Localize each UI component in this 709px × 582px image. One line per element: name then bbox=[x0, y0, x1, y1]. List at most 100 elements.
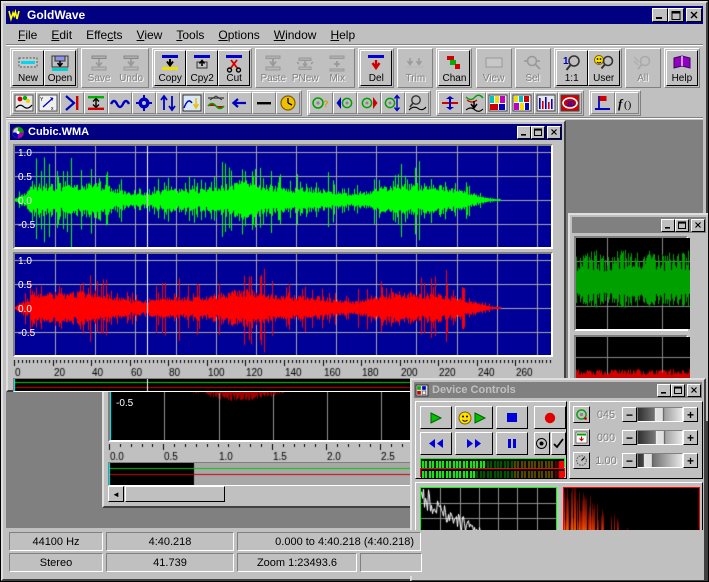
play-selection-button[interactable] bbox=[455, 406, 493, 429]
status-zoom-level: Zoom 1:23493.6 bbox=[237, 553, 357, 572]
toolbar-button-chan[interactable]: Chan bbox=[438, 50, 471, 86]
balance-plus-button[interactable]: + bbox=[683, 407, 698, 422]
toolbar-button-open[interactable]: Open bbox=[44, 50, 76, 86]
balance-slider-track[interactable]: − + bbox=[622, 407, 698, 422]
bgright-left-channel-pane[interactable] bbox=[574, 236, 690, 331]
menu-edit[interactable]: Edit bbox=[44, 27, 79, 43]
menu-options[interactable]: Options bbox=[211, 27, 266, 43]
speed-minus-button[interactable]: − bbox=[622, 453, 637, 468]
effects-button-stereo-3d[interactable]: 3D bbox=[558, 92, 582, 114]
effects-button-spectrum-filter[interactable] bbox=[534, 92, 558, 114]
effects-button-marker-flag[interactable] bbox=[591, 92, 615, 114]
zoomed-overview-strip[interactable] bbox=[108, 462, 413, 486]
menu-file[interactable]: File bbox=[11, 27, 44, 43]
pan-gradient-track[interactable] bbox=[637, 430, 683, 445]
bgright-close-button[interactable] bbox=[691, 218, 705, 232]
menu-window[interactable]: Window bbox=[267, 27, 324, 43]
effects-button-expression-evaluator[interactable]: Yx bbox=[36, 92, 60, 114]
left-vu-canvas bbox=[421, 461, 564, 468]
waveform-minimize-button[interactable] bbox=[517, 125, 531, 139]
invert-icon bbox=[160, 94, 176, 112]
effects-button-silence[interactable] bbox=[252, 92, 276, 114]
effects-button-doppler[interactable] bbox=[12, 92, 36, 114]
background-sound-window-zoomed[interactable]: -0.5 ◄ bbox=[102, 378, 418, 508]
effects-button-pan-left[interactable] bbox=[333, 92, 357, 114]
pan-icon[interactable] bbox=[573, 429, 590, 446]
effects-button-pan-query[interactable]: ? bbox=[309, 92, 333, 114]
menu-tools[interactable]: Tools bbox=[169, 27, 211, 43]
effects-button-function[interactable]: f() bbox=[615, 92, 639, 114]
device-minimize-button[interactable] bbox=[657, 383, 671, 397]
waveform-maximize-button[interactable] bbox=[531, 125, 545, 139]
pan-minus-button[interactable]: − bbox=[622, 430, 637, 445]
toolbar-button-1-1[interactable]: 1 1:1 bbox=[555, 50, 588, 86]
maximize-button[interactable] bbox=[668, 8, 684, 22]
pan-plus-button[interactable]: + bbox=[683, 430, 698, 445]
zoomed-scroll-left-button[interactable]: ◄ bbox=[108, 486, 124, 502]
pause-button[interactable] bbox=[496, 432, 528, 455]
record-check-button[interactable] bbox=[550, 432, 566, 455]
effects-button-equalizer-bars[interactable] bbox=[486, 92, 510, 114]
minimize-button[interactable] bbox=[652, 8, 668, 22]
record-button[interactable] bbox=[534, 406, 566, 429]
record-mode-group bbox=[534, 432, 566, 455]
device-close-button[interactable] bbox=[687, 383, 701, 397]
toolbar-button-del[interactable]: Del bbox=[360, 50, 393, 86]
effects-button-invert[interactable] bbox=[156, 92, 180, 114]
bgright-maximize-button[interactable] bbox=[675, 218, 689, 232]
balance-minus-button[interactable]: − bbox=[622, 407, 637, 422]
zoomed-horizontal-scrollbar[interactable]: ◄ bbox=[108, 486, 412, 502]
main-toolbar: New Open Save Undo Copy Cpy2 Cut Paste PNew Mix De… bbox=[6, 47, 703, 89]
toolbar-button-user[interactable]: User bbox=[587, 50, 620, 86]
zoomed-time-ruler bbox=[108, 444, 412, 461]
menu-effects[interactable]: Effects bbox=[79, 27, 129, 43]
balance-knob-icon[interactable] bbox=[573, 406, 590, 423]
effects-button-time-warp[interactable] bbox=[276, 92, 300, 114]
left-channel-pane[interactable]: 1.0 0.5 0.0 -0.5 bbox=[13, 144, 553, 249]
effects-button-filter-curve[interactable] bbox=[180, 92, 204, 114]
toolbar-button-label: Save bbox=[87, 73, 111, 84]
effects-button-volume-envelope[interactable] bbox=[405, 92, 429, 114]
effects-button-flanger[interactable] bbox=[60, 92, 84, 114]
speed-slider-track[interactable]: − + bbox=[622, 453, 698, 468]
compressor-icon bbox=[88, 96, 104, 110]
zoomed-scroll-thumb[interactable] bbox=[125, 486, 225, 502]
effects-button-offset-left[interactable] bbox=[228, 92, 252, 114]
toolbar-button-new[interactable]: New bbox=[12, 50, 44, 86]
effects-button-dynamics[interactable] bbox=[204, 92, 228, 114]
effects-button-resample[interactable] bbox=[438, 92, 462, 114]
effects-button-echo[interactable] bbox=[108, 92, 132, 114]
stop-button[interactable] bbox=[496, 406, 528, 429]
effects-button-reverb[interactable] bbox=[132, 92, 156, 114]
rewind-icon bbox=[429, 439, 443, 448]
speed-gauge-icon[interactable] bbox=[573, 452, 590, 469]
bgright-minimize-button[interactable] bbox=[661, 218, 675, 232]
effects-button-parametric-eq[interactable] bbox=[510, 92, 534, 114]
record-mode-button[interactable] bbox=[534, 432, 550, 455]
waveform-window[interactable]: Cubic.WMA 1.0 0.5 0.0 -0.5 1.0 0.5 0.0 -… bbox=[6, 120, 566, 392]
waveform-close-button[interactable] bbox=[547, 125, 561, 139]
pan-left-icon bbox=[336, 97, 353, 109]
speed-plus-button[interactable]: + bbox=[683, 453, 698, 468]
menu-help[interactable]: Help bbox=[323, 27, 362, 43]
toolbar-button-help[interactable]: Help bbox=[665, 50, 698, 86]
speed-gradient-track[interactable] bbox=[637, 453, 683, 468]
effects-button-mechanize[interactable] bbox=[462, 92, 486, 114]
close-button[interactable] bbox=[686, 8, 702, 22]
fast-forward-button[interactable] bbox=[455, 432, 493, 455]
zoom-selection-icon bbox=[523, 55, 541, 70]
device-maximize-button[interactable] bbox=[671, 383, 685, 397]
play-button[interactable] bbox=[420, 406, 452, 429]
toolbar-button-copy[interactable]: Copy bbox=[154, 50, 187, 86]
balance-gradient-track[interactable] bbox=[637, 407, 683, 422]
right-channel-pane[interactable]: 1.0 0.5 0.0 -0.5 bbox=[13, 252, 553, 357]
effects-button-pan-right[interactable] bbox=[357, 92, 381, 114]
pan-slider-track[interactable]: − + bbox=[622, 430, 698, 445]
effects-button-compressor[interactable] bbox=[84, 92, 108, 114]
effects-button-volume-shape[interactable] bbox=[381, 92, 405, 114]
status-bar: 44100 Hz 4:40.218 0.000 to 4:40.218 (4:4… bbox=[6, 530, 703, 576]
rewind-button[interactable] bbox=[420, 432, 452, 455]
toolbar-button-cut[interactable]: Cut bbox=[218, 50, 251, 86]
menu-view[interactable]: View bbox=[130, 27, 170, 43]
toolbar-button-cpy2[interactable]: Cpy2 bbox=[186, 50, 219, 86]
